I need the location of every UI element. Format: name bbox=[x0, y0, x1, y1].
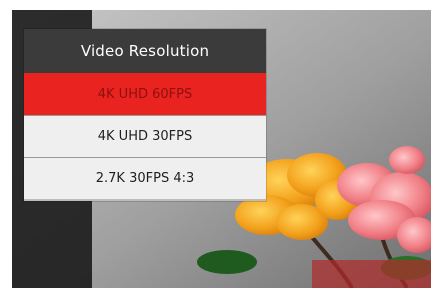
camera-display: Video Resolution 4K UHD 60FPS 4K UHD 30F… bbox=[12, 10, 431, 288]
menu-item-2-7k-30fps-4-3[interactable]: 2.7K 30FPS 4:3 bbox=[24, 157, 266, 199]
menu-title: Video Resolution bbox=[24, 29, 266, 73]
menu-bottom-edge bbox=[24, 199, 266, 201]
menu-item-4k-uhd-60fps[interactable]: 4K UHD 60FPS bbox=[24, 73, 266, 115]
menu-item-4k-uhd-30fps[interactable]: 4K UHD 30FPS bbox=[24, 115, 266, 157]
video-resolution-menu: Video Resolution 4K UHD 60FPS 4K UHD 30F… bbox=[24, 29, 266, 201]
